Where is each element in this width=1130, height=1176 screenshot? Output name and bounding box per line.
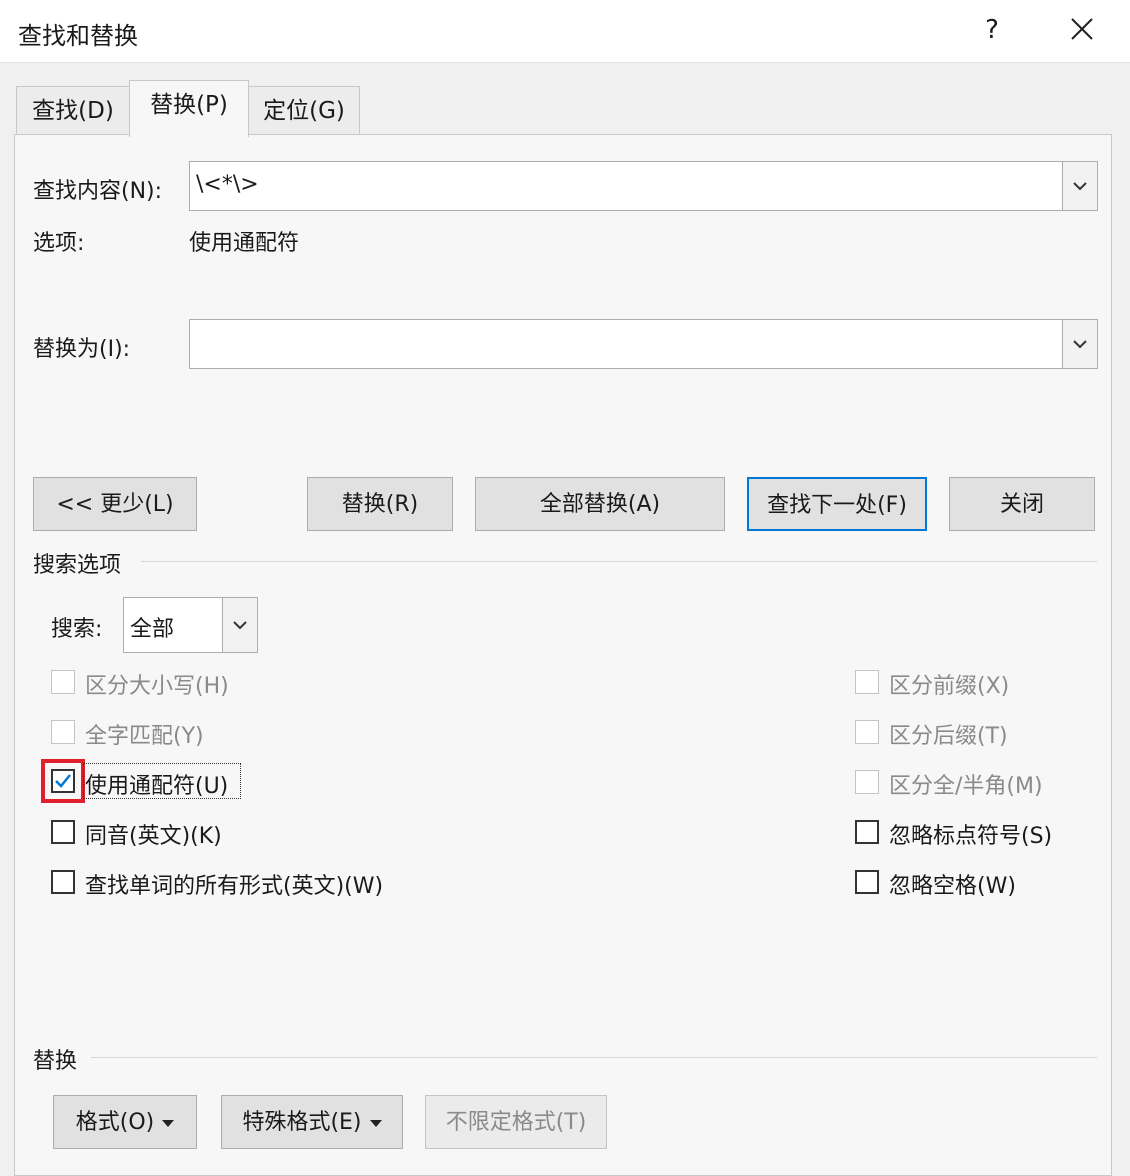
search-options-title: 搜索选项 bbox=[33, 553, 122, 578]
find-label: 查找内容(N): bbox=[33, 179, 163, 204]
match-width-checkbox[interactable] bbox=[855, 770, 879, 794]
search-direction-dropdown[interactable] bbox=[222, 598, 257, 652]
tab-replace[interactable]: 替换(P) bbox=[129, 80, 249, 137]
section-divider bbox=[141, 561, 1097, 562]
whole-word-label: 全字匹配(Y) bbox=[85, 724, 204, 749]
tab-goto[interactable]: 定位(G) bbox=[248, 86, 360, 135]
match-case-checkbox[interactable] bbox=[51, 670, 75, 694]
chevron-down-icon bbox=[1073, 340, 1087, 349]
find-input-value: \<*\> bbox=[196, 172, 259, 197]
format-button[interactable]: 格式(O) bbox=[53, 1095, 197, 1149]
search-direction-select[interactable]: 全部 bbox=[123, 597, 258, 653]
find-dropdown-button[interactable] bbox=[1062, 162, 1097, 210]
no-formatting-button[interactable]: 不限定格式(T) bbox=[425, 1095, 607, 1149]
tab-find[interactable]: 查找(D) bbox=[16, 86, 130, 135]
match-prefix-label: 区分前缀(X) bbox=[889, 674, 1010, 699]
sounds-like-checkbox[interactable] bbox=[51, 820, 75, 844]
close-window-button[interactable] bbox=[1060, 10, 1104, 50]
match-prefix-checkbox[interactable] bbox=[855, 670, 879, 694]
replace-section-title: 替换 bbox=[33, 1049, 78, 1074]
options-value: 使用通配符 bbox=[189, 231, 300, 256]
whole-word-checkbox[interactable] bbox=[51, 720, 75, 744]
checkmark-icon bbox=[55, 774, 71, 788]
match-suffix-checkbox[interactable] bbox=[855, 720, 879, 744]
use-wildcards-label: 使用通配符(U) bbox=[85, 774, 229, 799]
chevron-down-icon bbox=[1073, 182, 1087, 191]
find-next-button[interactable]: 查找下一处(F) bbox=[747, 477, 927, 531]
chevron-down-icon bbox=[233, 621, 247, 630]
ignore-whitespace-checkbox[interactable] bbox=[855, 870, 879, 894]
search-direction-label: 搜索: bbox=[51, 617, 103, 642]
dropdown-arrow-icon bbox=[369, 1119, 382, 1127]
ignore-whitespace-label: 忽略空格(W) bbox=[889, 874, 1016, 899]
ignore-punctuation-label: 忽略标点符号(S) bbox=[889, 824, 1053, 849]
replace-all-button[interactable]: 全部替换(A) bbox=[475, 477, 725, 531]
close-icon bbox=[1071, 18, 1093, 40]
title-bar: 查找和替换 ? bbox=[0, 0, 1130, 63]
section-divider bbox=[91, 1057, 1097, 1058]
all-word-forms-label: 查找单词的所有形式(英文)(W) bbox=[85, 874, 384, 899]
replace-dropdown-button[interactable] bbox=[1062, 320, 1097, 368]
replace-button[interactable]: 替换(R) bbox=[307, 477, 453, 531]
replace-input[interactable] bbox=[189, 319, 1098, 369]
special-button[interactable]: 特殊格式(E) bbox=[221, 1095, 403, 1149]
less-button[interactable]: << 更少(L) bbox=[33, 477, 197, 531]
format-button-label: 格式(O) bbox=[75, 1110, 155, 1135]
sounds-like-label: 同音(英文)(K) bbox=[85, 824, 222, 849]
match-width-label: 区分全/半角(M) bbox=[889, 774, 1043, 799]
find-input[interactable]: \<*\> bbox=[189, 161, 1098, 211]
special-button-label: 特殊格式(E) bbox=[242, 1110, 362, 1135]
match-case-label: 区分大小写(H) bbox=[85, 674, 229, 699]
options-label: 选项: bbox=[33, 231, 85, 256]
replace-panel: 查找内容(N): \<*\> 选项: 使用通配符 替换为(I): << 更少(L… bbox=[14, 134, 1112, 1176]
search-direction-value: 全部 bbox=[130, 617, 175, 642]
help-button[interactable]: ? bbox=[970, 10, 1014, 50]
match-suffix-label: 区分后缀(T) bbox=[889, 724, 1008, 749]
use-wildcards-checkbox[interactable] bbox=[51, 769, 75, 793]
close-button[interactable]: 关闭 bbox=[949, 477, 1095, 531]
dropdown-arrow-icon bbox=[162, 1119, 175, 1127]
all-word-forms-checkbox[interactable] bbox=[51, 870, 75, 894]
window-title: 查找和替换 bbox=[18, 22, 138, 50]
ignore-punctuation-checkbox[interactable] bbox=[855, 820, 879, 844]
replace-label: 替换为(I): bbox=[33, 337, 131, 362]
